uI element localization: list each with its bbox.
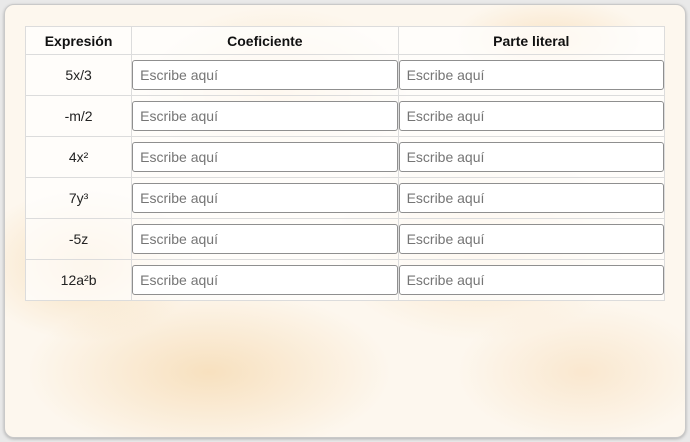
- table-row: -5z: [24, 218, 666, 260]
- exercise-table: Expresión Coeficiente Parte literal 5x/3…: [24, 26, 666, 301]
- expression-cell: -5z: [24, 218, 133, 260]
- coefficient-input[interactable]: [132, 183, 398, 213]
- expression-cell: 4x²: [24, 136, 133, 178]
- literal-input[interactable]: [398, 60, 664, 90]
- coefficient-cell: [131, 218, 399, 260]
- coefficient-cell: [131, 177, 399, 219]
- coefficient-input[interactable]: [132, 265, 398, 295]
- coefficient-cell: [131, 95, 399, 137]
- header-expression: Expresión: [24, 26, 133, 55]
- coefficient-cell: [131, 54, 399, 96]
- literal-input[interactable]: [398, 142, 664, 172]
- literal-cell: [397, 54, 666, 96]
- coefficient-input[interactable]: [132, 224, 398, 254]
- literal-input[interactable]: [398, 265, 664, 295]
- coefficient-cell: [131, 259, 399, 301]
- literal-input[interactable]: [398, 101, 664, 131]
- table-row: 5x/3: [24, 54, 666, 96]
- coefficient-input[interactable]: [132, 101, 398, 131]
- literal-cell: [397, 259, 666, 301]
- header-coefficient: Coeficiente: [131, 26, 399, 55]
- expression-cell: -m/2: [24, 95, 133, 137]
- literal-cell: [397, 95, 666, 137]
- header-literal: Parte literal: [397, 26, 666, 55]
- table-row: 7y³: [24, 177, 666, 219]
- literal-cell: [397, 136, 666, 178]
- literal-cell: [397, 218, 666, 260]
- coefficient-input[interactable]: [132, 142, 398, 172]
- expression-cell: 5x/3: [24, 54, 133, 96]
- coefficient-cell: [131, 136, 399, 178]
- table-row: -m/2: [24, 95, 666, 137]
- literal-input[interactable]: [398, 224, 664, 254]
- header-row: Expresión Coeficiente Parte literal: [24, 26, 666, 55]
- exercise-card: Expresión Coeficiente Parte literal 5x/3…: [4, 4, 686, 438]
- expression-cell: 7y³: [24, 177, 133, 219]
- table-row: 4x²: [24, 136, 666, 178]
- literal-input[interactable]: [398, 183, 664, 213]
- coefficient-input[interactable]: [132, 60, 398, 90]
- expression-cell: 12a²b: [24, 259, 133, 301]
- table-row: 12a²b: [24, 259, 666, 301]
- literal-cell: [397, 177, 666, 219]
